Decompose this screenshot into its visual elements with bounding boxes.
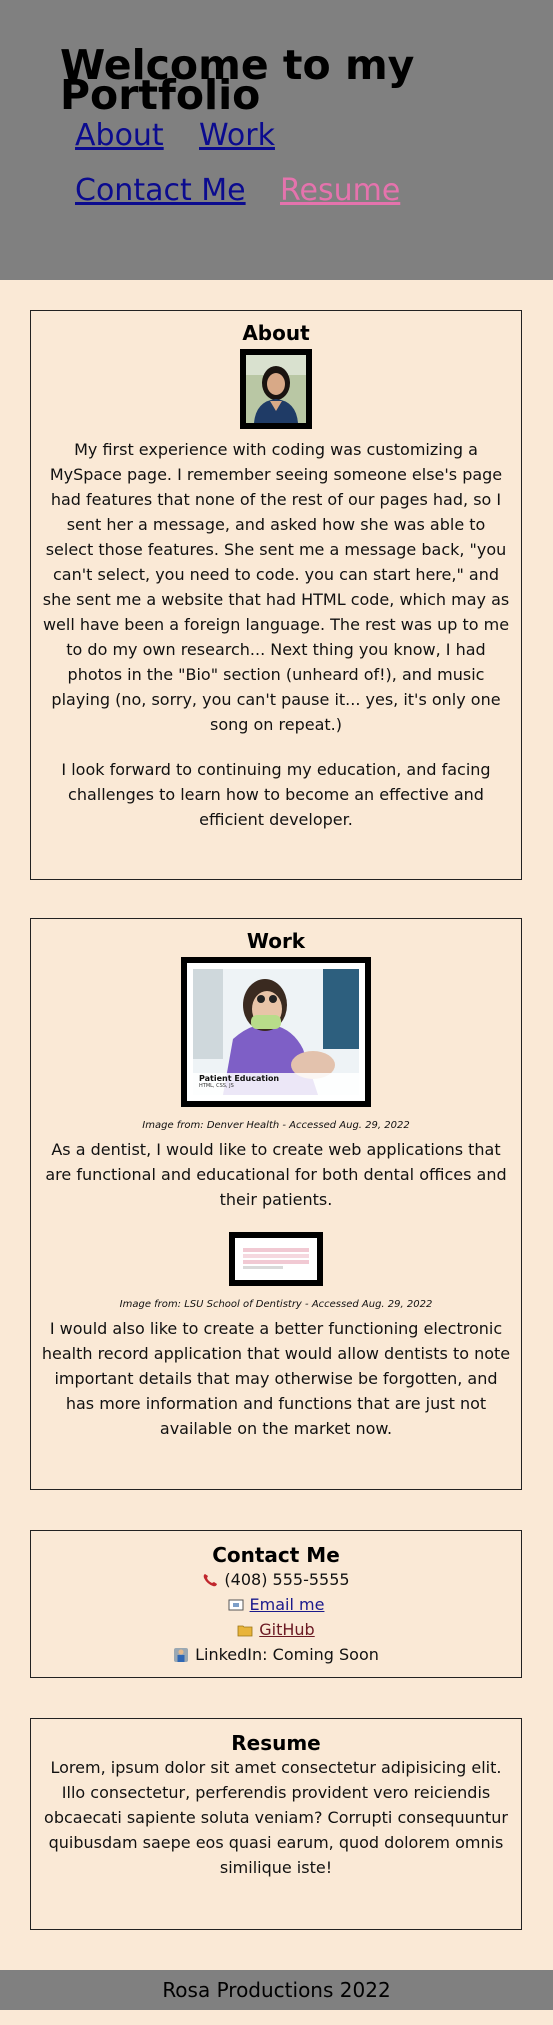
work-caption-2: Image from: LSU School of Dentistry - Ac… <box>119 1299 433 1310</box>
image-overlay-subtitle: HTML, CSS, JS <box>199 1083 234 1089</box>
work-text-1: As a dentist, I would like to create web… <box>45 1140 507 1209</box>
work-section: Work Patient Education HTML, CSS, JS Ima… <box>30 918 522 1490</box>
contact-github-row: GitHub <box>31 1617 521 1642</box>
work-caption-1: Image from: Denver Health - Accessed Aug… <box>142 1120 410 1131</box>
contact-email-row: Email me <box>31 1592 521 1617</box>
nav-link-resume[interactable]: Resume <box>280 173 400 208</box>
nav-link-work[interactable]: Work <box>199 118 275 153</box>
contact-section: Contact Me (408) 555-5555 Email me GitHu… <box>30 1530 522 1678</box>
contact-heading: Contact Me <box>212 1543 340 1567</box>
about-heading: About <box>242 321 310 345</box>
contact-phone-row: (408) 555-5555 <box>31 1567 521 1592</box>
about-paragraph-2: I look forward to continuing my educatio… <box>61 760 491 829</box>
contact-linkedin-row: LinkedIn: Coming Soon <box>31 1642 521 1667</box>
site-header: Welcome to my Portfolio About Work Conta… <box>0 0 553 280</box>
contact-email-link[interactable]: Email me <box>250 1595 325 1614</box>
resume-text: Lorem, ipsum dolor sit amet consectetur … <box>44 1758 508 1877</box>
work-heading: Work <box>246 929 306 953</box>
contact-phone: (408) 555-5555 <box>224 1570 350 1589</box>
site-footer: Rosa Productions 2022 <box>0 1970 553 2010</box>
work-text-2: I would also like to create a better fun… <box>41 1319 511 1438</box>
about-section: About My first experience with coding wa… <box>30 310 522 880</box>
about-paragraph-1: My first experience with coding was cust… <box>42 440 510 734</box>
email-icon <box>228 1599 244 1611</box>
person-icon <box>174 1648 189 1662</box>
nav-link-about[interactable]: About <box>75 118 164 153</box>
profile-photo <box>240 349 312 429</box>
work-image-patient-education: Patient Education HTML, CSS, JS <box>181 957 371 1107</box>
phone-icon <box>204 1574 218 1587</box>
folder-icon <box>237 1625 253 1637</box>
contact-github-link[interactable]: GitHub <box>259 1620 314 1639</box>
nav-link-contact[interactable]: Contact Me <box>75 173 246 208</box>
footer-text: Rosa Productions 2022 <box>162 1978 391 2002</box>
work-image-ehr <box>229 1232 323 1286</box>
site-title: Welcome to my Portfolio <box>60 41 415 119</box>
resume-heading: Resume <box>231 1731 321 1755</box>
resume-section: Resume Lorem, ipsum dolor sit amet conse… <box>30 1718 522 1930</box>
contact-linkedin: LinkedIn: Coming Soon <box>195 1645 379 1664</box>
image-overlay-title: Patient Education <box>199 1074 280 1083</box>
